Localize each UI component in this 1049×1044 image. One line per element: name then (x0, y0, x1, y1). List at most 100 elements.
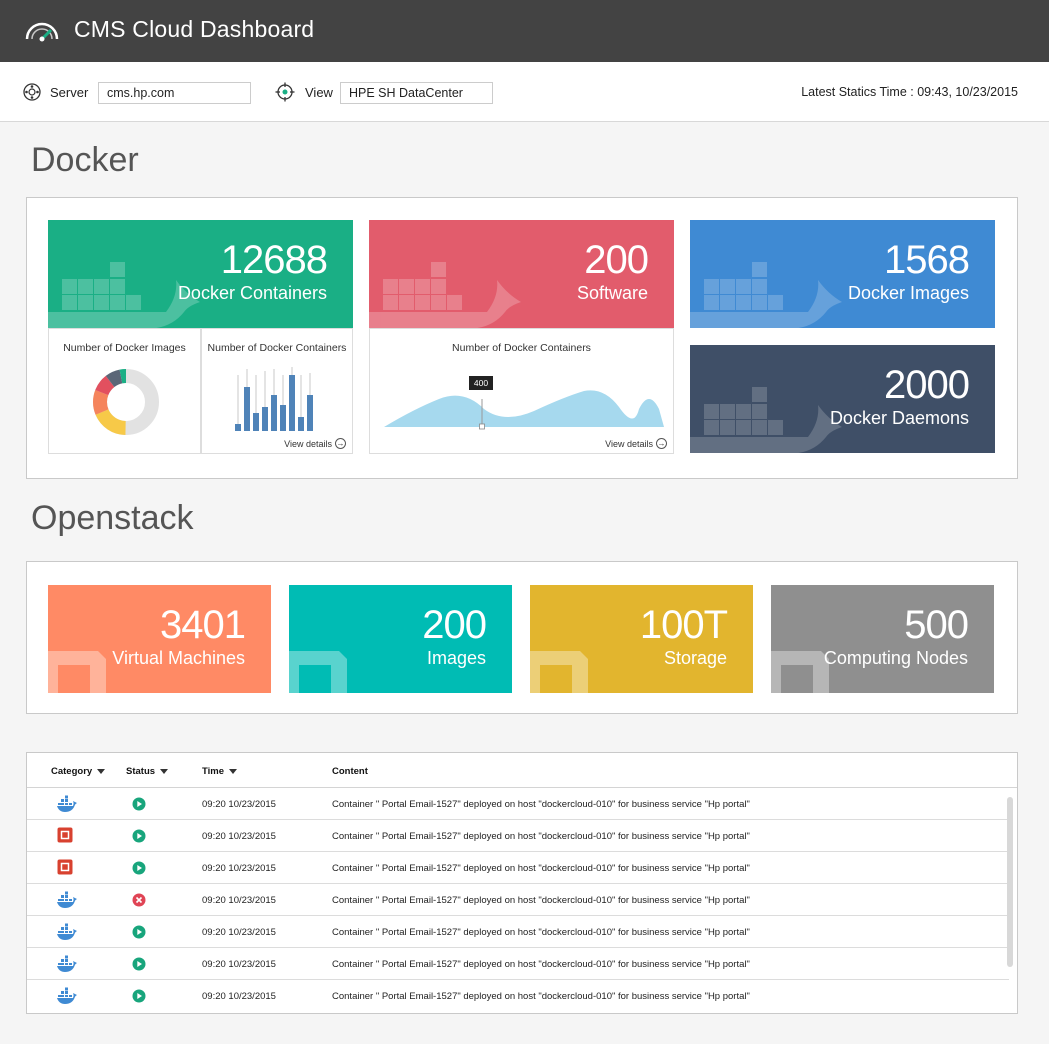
software-tile[interactable]: 200 Software (369, 220, 674, 328)
event-time: 09:20 10/23/2015 (202, 863, 276, 874)
event-time: 09:20 10/23/2015 (202, 895, 276, 906)
images-label: Images (426, 648, 486, 668)
software-chart-title: Number of Docker Containers (452, 342, 591, 354)
storage-label: Storage (663, 648, 727, 668)
storage-value: 100T (639, 603, 728, 647)
server-icon (23, 83, 41, 101)
event-time: 09:20 10/23/2015 (202, 991, 276, 1002)
column-header-content: Content (332, 766, 368, 777)
virtual-machines-tile[interactable]: 3401 Virtual Machines (48, 585, 271, 693)
chart-tooltip: 400 (469, 376, 493, 390)
events-table: Category Status Time Content 09:20 10/23… (26, 752, 1018, 1014)
images-value: 200 (422, 603, 487, 647)
latest-statics-time: Latest Statics Time : 09:43, 10/23/2015 (801, 85, 1018, 99)
column-label: Category (51, 766, 93, 777)
running-icon (132, 861, 146, 875)
virtual-machines-label: Virtual Machines (112, 648, 245, 668)
docker-containers-value: 12688 (220, 238, 328, 282)
openstack-icon (57, 859, 77, 877)
caret-down-icon (160, 768, 169, 774)
docker-containers-label: Docker Containers (177, 283, 327, 303)
column-label: Time (202, 766, 225, 777)
virtual-machines-value: 3401 (160, 603, 246, 647)
area-chart (384, 390, 664, 430)
running-icon (132, 957, 146, 971)
view-target-icon (275, 82, 295, 102)
docker-daemons-value: 2000 (884, 363, 970, 407)
docker-icon (57, 987, 77, 1005)
docker-containers-chart-title: Number of Docker Containers (207, 342, 347, 354)
docker-section-title: Docker (31, 141, 139, 179)
computing-nodes-value: 500 (904, 603, 969, 647)
table-row[interactable]: 09:20 10/23/2015 Container " Portal Email… (27, 852, 1009, 884)
column-header-time[interactable]: Time (202, 766, 238, 777)
caret-down-icon (229, 768, 238, 774)
top-bar: CMS Cloud Dashboard (0, 0, 1049, 62)
event-content: Container " Portal Email-1527" deployed … (332, 799, 750, 810)
view-details-link[interactable]: View details → (605, 438, 667, 449)
running-icon (132, 989, 146, 1003)
images-tile[interactable]: 200 Images (289, 585, 512, 693)
event-content: Container " Portal Email-1527" deployed … (332, 895, 750, 906)
docker-icon (57, 891, 77, 909)
table-row[interactable]: 09:20 10/23/2015 Container " Portal Email… (27, 980, 1009, 1012)
event-content: Container " Portal Email-1527" deployed … (332, 927, 750, 938)
filter-bar: Server View Latest Statics Time : 09:43,… (0, 62, 1049, 122)
bar-chart (235, 367, 313, 431)
computing-nodes-tile[interactable]: 500 Computing Nodes (771, 585, 994, 693)
arrow-right-icon: → (335, 438, 346, 449)
docker-icon (57, 955, 77, 973)
speedometer-logo-icon (25, 22, 59, 42)
table-row[interactable]: 09:20 10/23/2015 Container " Portal Email… (27, 884, 1009, 916)
docker-icon (57, 795, 77, 813)
event-time: 09:20 10/23/2015 (202, 799, 276, 810)
docker-images-tile[interactable]: 1568 Docker Images (690, 220, 995, 328)
event-content: Container " Portal Email-1527" deployed … (332, 831, 750, 842)
view-details-label: View details (284, 438, 332, 449)
event-content: Container " Portal Email-1527" deployed … (332, 959, 750, 970)
scrollbar[interactable] (1007, 797, 1013, 967)
docker-containers-tile[interactable]: 12688 Docker Containers (48, 220, 353, 328)
event-time: 09:20 10/23/2015 (202, 831, 276, 842)
storage-tile[interactable]: 100T Storage (530, 585, 753, 693)
column-label: Status (126, 766, 156, 777)
view-details-link[interactable]: View details → (284, 438, 346, 449)
docker-daemons-tile[interactable]: 2000 Docker Daemons (690, 345, 995, 453)
computing-nodes-label: Computing Nodes (823, 648, 968, 668)
event-content: Container " Portal Email-1527" deployed … (332, 991, 750, 1002)
docker-images-chart-title: Number of Docker Images (63, 342, 186, 354)
docker-images-value: 1568 (884, 238, 970, 282)
table-row[interactable]: 09:20 10/23/2015 Container " Portal Email… (27, 948, 1009, 980)
docker-daemons-label: Docker Daemons (829, 408, 969, 428)
view-details-label: View details (605, 438, 653, 449)
event-time: 09:20 10/23/2015 (202, 927, 276, 938)
openstack-section-title: Openstack (31, 499, 194, 537)
table-row[interactable]: 09:20 10/23/2015 Container " Portal Email… (27, 788, 1009, 820)
software-containers-chart: Number of Docker Containers 400 View det… (369, 328, 674, 454)
app-title: CMS Cloud Dashboard (74, 16, 315, 42)
arrow-right-icon: → (656, 438, 667, 449)
table-row[interactable]: 09:20 10/23/2015 Container " Portal Email… (27, 820, 1009, 852)
docker-containers-chart: Number of Docker Containers View details… (201, 328, 353, 454)
running-icon (132, 829, 146, 843)
table-row[interactable]: 09:20 10/23/2015 Container " Portal Email… (27, 916, 1009, 948)
docker-images-chart: Number of Docker Images (48, 328, 201, 454)
software-value: 200 (584, 238, 649, 282)
view-input[interactable] (340, 82, 493, 104)
openstack-icon (57, 827, 77, 845)
server-input[interactable] (98, 82, 251, 104)
docker-panel: 12688 Docker Containers Number of Docker… (26, 197, 1018, 479)
docker-icon (57, 923, 77, 941)
error-icon (132, 893, 146, 907)
view-label: View (305, 85, 333, 100)
caret-down-icon (97, 768, 106, 774)
donut-chart (93, 369, 159, 435)
docker-images-label: Docker Images (847, 283, 969, 303)
server-label: Server (50, 85, 89, 100)
column-label: Content (332, 766, 368, 777)
column-header-category[interactable]: Category (51, 766, 106, 777)
event-content: Container " Portal Email-1527" deployed … (332, 863, 750, 874)
event-time: 09:20 10/23/2015 (202, 959, 276, 970)
column-header-status[interactable]: Status (126, 766, 169, 777)
running-icon (132, 925, 146, 939)
